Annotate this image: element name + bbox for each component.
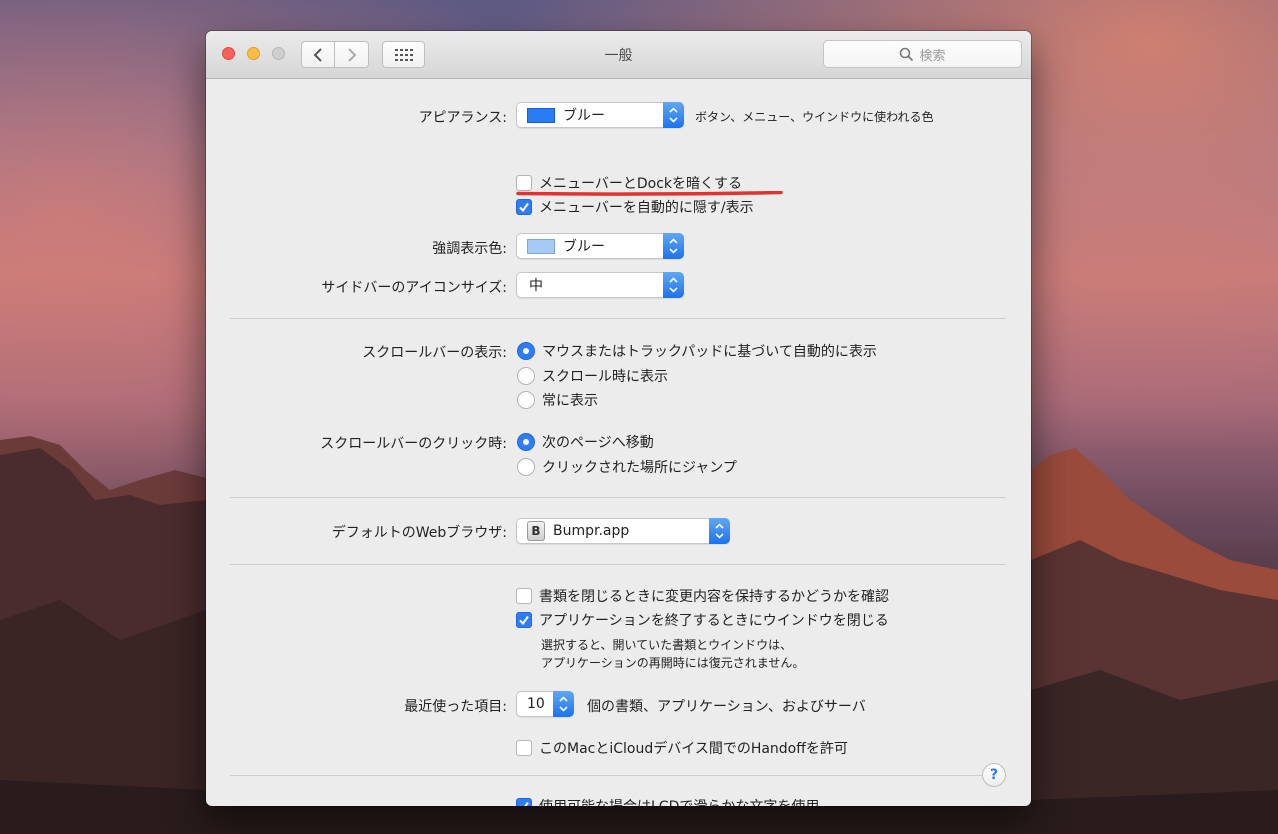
checkbox-label: 使用可能な場合はLCDで滑らかな文字を使用 [539, 796, 819, 806]
highlight-color-popup[interactable]: ブルー [516, 233, 684, 259]
popup-arrows-icon [663, 233, 684, 259]
appearance-label: アピアランス: [418, 110, 507, 126]
preferences-content: アピアランス: ブルー ボタン、メニュー、ウインドウに使われる色 メニューバーと… [206, 79, 1031, 806]
lcd-smoothing-checkbox-row[interactable]: 使用可能な場合はLCDで滑らかな文字を使用 [516, 796, 819, 806]
checkmark-icon [519, 202, 529, 213]
checkbox[interactable] [516, 798, 532, 806]
checkbox[interactable] [516, 588, 532, 604]
help-button[interactable]: ? [982, 763, 1006, 787]
recent-items-label: 最近使った項目: [404, 699, 507, 715]
highlight-color-label: 強調表示色: [432, 241, 507, 257]
highlight-color-swatch [527, 238, 555, 254]
scrollbars-option-automatic[interactable]: マウスまたはトラックパッドに基づいて自動的に表示 [517, 341, 877, 361]
sidebar-icon-size-value: 中 [529, 278, 543, 294]
note-line-1: 選択すると、開いていた書類とウインドウは、 [541, 638, 793, 652]
radio-button[interactable] [517, 342, 535, 360]
recent-items-popup[interactable]: 10 [516, 691, 574, 717]
separator [230, 564, 1006, 565]
checkbox-label: 書類を閉じるときに変更内容を保持するかどうかを確認 [539, 589, 889, 605]
checkbox-label: メニューバーとDockを暗くする [539, 176, 743, 192]
search-placeholder: 検索 [919, 48, 946, 64]
default-browser-value: Bumpr.app [553, 523, 630, 539]
click-scrollbar-label: スクロールバーのクリック時: [320, 436, 507, 452]
appearance-value: ブルー [563, 108, 605, 124]
checkmark-icon [519, 615, 529, 626]
popup-arrows-icon [709, 518, 730, 544]
separator [230, 775, 1006, 776]
appearance-color-swatch [527, 107, 555, 123]
checkbox[interactable] [516, 740, 532, 756]
scroll-click-option-jump[interactable]: クリックされた場所にジャンプ [517, 457, 737, 477]
checkbox-label: このMacとiCloudデバイス間でのHandoffを許可 [539, 741, 848, 757]
radio-button[interactable] [517, 367, 535, 385]
checkbox[interactable] [516, 175, 532, 191]
checkbox-label: メニューバーを自動的に隠す/表示 [539, 200, 754, 216]
default-browser-label: デフォルトのWebブラウザ: [331, 525, 507, 541]
highlight-color-value: ブルー [563, 239, 605, 255]
close-windows-on-quit-checkbox-row[interactable]: アプリケーションを終了するときにウインドウを閉じる [516, 610, 889, 630]
popup-arrows-icon [663, 102, 684, 128]
annotation-underline [516, 191, 783, 196]
scrollbars-option-when-scrolling[interactable]: スクロール時に表示 [517, 366, 668, 386]
recent-items-value: 10 [527, 696, 545, 712]
separator [230, 497, 1006, 498]
checkbox-label: アプリケーションを終了するときにウインドウを閉じる [539, 613, 889, 629]
radio-button[interactable] [517, 458, 535, 476]
checkbox[interactable] [516, 199, 532, 215]
radio-label: スクロール時に表示 [542, 369, 668, 385]
bumpr-app-icon: B [527, 521, 545, 541]
radio-label: 常に表示 [542, 393, 598, 409]
close-windows-note: 選択すると、開いていた書類とウインドウは、 アプリケーションの再開時には復元され… [541, 636, 804, 672]
radio-label: クリックされた場所にジャンプ [542, 460, 737, 476]
dark-menubar-checkbox-row[interactable]: メニューバーとDockを暗くする [516, 173, 742, 193]
sidebar-icon-size-popup[interactable]: 中 [516, 272, 684, 298]
popup-arrows-icon [663, 272, 684, 298]
radio-button[interactable] [517, 391, 535, 409]
handoff-checkbox-row[interactable]: このMacとiCloudデバイス間でのHandoffを許可 [516, 738, 848, 758]
separator [230, 318, 1006, 319]
default-browser-popup[interactable]: B Bumpr.app [516, 518, 730, 544]
general-preferences-window: 一般 検索 アピアランス: ブルー ボタン、メニュー、ウインドウに使われる色 メ… [206, 31, 1031, 806]
scroll-click-option-next-page[interactable]: 次のページへ移動 [517, 432, 654, 452]
appearance-popup[interactable]: ブルー [516, 102, 684, 128]
recent-items-suffix: 個の書類、アプリケーション、およびサーバ [587, 699, 866, 715]
radio-button[interactable] [517, 433, 535, 451]
scrollbars-option-always[interactable]: 常に表示 [517, 390, 598, 410]
checkmark-icon [520, 801, 529, 806]
appearance-note: ボタン、メニュー、ウインドウに使われる色 [695, 110, 934, 124]
search-field[interactable]: 検索 [823, 40, 1022, 68]
show-scrollbars-label: スクロールバーの表示: [362, 345, 507, 361]
radio-label: 次のページへ移動 [542, 435, 654, 451]
sidebar-icon-size-label: サイドバーのアイコンサイズ: [321, 280, 507, 296]
note-line-2: アプリケーションの再開時には復元されません。 [541, 656, 805, 670]
search-icon [900, 47, 914, 61]
radio-label: マウスまたはトラックパッドに基づいて自動的に表示 [542, 344, 877, 360]
checkbox[interactable] [516, 612, 532, 628]
popup-arrows-icon [553, 691, 574, 717]
ask-keep-changes-checkbox-row[interactable]: 書類を閉じるときに変更内容を保持するかどうかを確認 [516, 586, 889, 606]
title-bar: 一般 検索 [206, 31, 1031, 79]
autohide-menubar-checkbox-row[interactable]: メニューバーを自動的に隠す/表示 [516, 197, 754, 217]
